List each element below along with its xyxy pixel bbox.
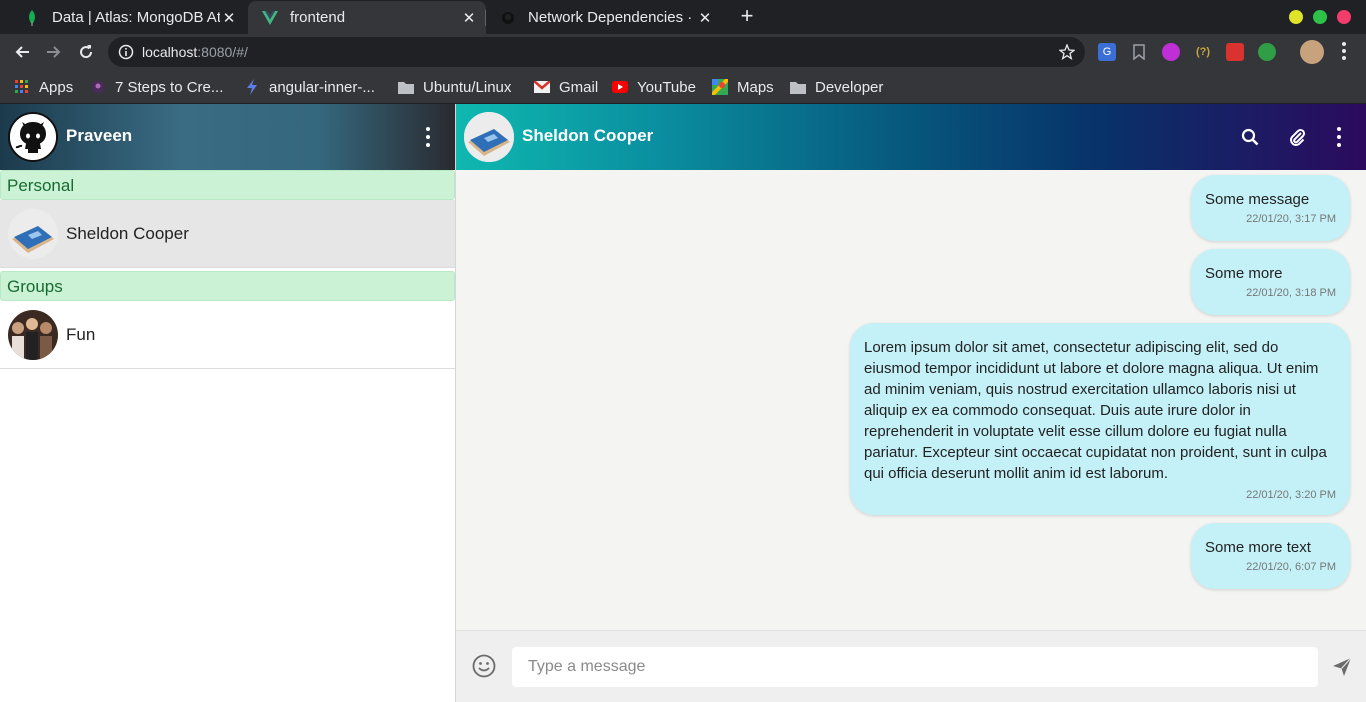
translate-extension-icon[interactable]: G xyxy=(1098,43,1116,61)
bookmark-label: Gmail xyxy=(559,78,599,96)
message-time: 22/01/20, 3:18 PM xyxy=(1246,287,1336,299)
bookmark-label: Apps xyxy=(39,78,74,96)
section-personal: Personal xyxy=(0,170,455,200)
group-avatar xyxy=(8,309,58,360)
sidebar-header: Praveen xyxy=(0,104,455,170)
new-tab-button[interactable]: + xyxy=(736,5,758,28)
gmail-icon xyxy=(534,79,550,95)
bookmarks-bar: Apps 7 Steps to Cre... angular-inner-...… xyxy=(0,70,1366,104)
browser-toolbar: localhost:8080/#/ G (?) xyxy=(0,34,1366,70)
tab-title: Data | Atlas: MongoDB Atlas xyxy=(52,9,220,26)
lightning-icon xyxy=(244,79,260,95)
bookmark-maps[interactable]: Maps xyxy=(712,77,774,97)
close-window-button[interactable] xyxy=(1337,10,1351,24)
bookmark-ubuntu-linux[interactable]: Ubuntu/Linux xyxy=(398,77,511,97)
search-icon[interactable] xyxy=(1239,126,1261,148)
emoji-icon[interactable] xyxy=(472,654,496,678)
contact-fun[interactable]: Fun xyxy=(0,301,455,369)
close-tab-icon[interactable]: ✕ xyxy=(460,9,478,27)
bookmark-label: 7 Steps to Cre... xyxy=(115,78,224,96)
bookmark-label: Maps xyxy=(737,78,774,96)
back-arrow-icon[interactable] xyxy=(12,42,32,62)
apps-grid-icon xyxy=(14,79,30,95)
leaf-icon xyxy=(24,9,40,26)
url-path: :8080/#/ xyxy=(197,44,248,60)
green-extension-icon[interactable] xyxy=(1258,43,1276,61)
youtube-icon xyxy=(612,79,628,95)
tab-title: frontend xyxy=(290,9,346,26)
info-icon[interactable] xyxy=(118,44,134,60)
message-bubble: Some more text 22/01/20, 6:07 PM xyxy=(1191,523,1350,589)
message-text: Some more text xyxy=(1205,539,1311,556)
chat-contact-avatar[interactable] xyxy=(464,112,514,162)
contact-name: Fun xyxy=(66,324,96,344)
bookmark-star-icon[interactable] xyxy=(1058,43,1076,60)
chat-app: Praveen Personal Sheldon Cooper Groups F… xyxy=(0,104,1366,702)
vue-icon xyxy=(262,10,278,26)
sidebar-menu-icon[interactable] xyxy=(425,127,431,147)
bookmark-label: Ubuntu/Linux xyxy=(423,78,512,96)
contact-name: Sheldon Cooper xyxy=(66,223,189,243)
paperclip-icon[interactable] xyxy=(1286,126,1308,148)
contact-sheldon-cooper[interactable]: Sheldon Cooper xyxy=(0,200,455,268)
browser-menu-icon[interactable] xyxy=(1341,42,1347,60)
bookmark-gmail[interactable]: Gmail xyxy=(534,77,598,97)
message-bubble: Some more 22/01/20, 3:18 PM xyxy=(1191,249,1350,315)
message-bubble: Some message 22/01/20, 3:17 PM xyxy=(1191,175,1350,241)
url-text: localhost:8080/#/ xyxy=(142,44,248,60)
user-avatar[interactable] xyxy=(8,112,58,162)
message-text: Some message xyxy=(1205,191,1310,208)
browser-tab-mongodb[interactable]: Data | Atlas: MongoDB Atlas ✕ xyxy=(10,1,246,34)
bookmark-label: Developer xyxy=(815,78,884,96)
red-extension-icon[interactable] xyxy=(1226,43,1244,61)
chat-panel: Sheldon Cooper Some message 22/01/20, 3:… xyxy=(456,104,1366,702)
bookmark-angular-inner[interactable]: angular-inner-... xyxy=(244,77,375,97)
send-icon[interactable] xyxy=(1332,657,1352,677)
maps-icon xyxy=(712,79,728,95)
forward-arrow-icon[interactable] xyxy=(44,42,64,62)
address-bar[interactable]: localhost:8080/#/ xyxy=(108,37,1085,67)
message-composer xyxy=(456,630,1366,702)
message-list: Some message 22/01/20, 3:17 PM Some more… xyxy=(456,170,1366,630)
minimize-window-button[interactable] xyxy=(1289,10,1303,24)
close-tab-icon[interactable]: ✕ xyxy=(696,9,714,27)
bookmark-youtube[interactable]: YouTube xyxy=(612,77,696,97)
bookmark-site-icon xyxy=(90,79,106,95)
tab-title: Network Dependencies · F xyxy=(528,9,696,26)
user-name: Praveen xyxy=(66,126,133,145)
message-time: 22/01/20, 3:17 PM xyxy=(1246,213,1336,225)
bookmark-label: YouTube xyxy=(637,78,696,96)
contact-avatar xyxy=(8,208,58,259)
folder-icon xyxy=(398,79,414,95)
url-host: localhost xyxy=(142,44,198,60)
message-time: 22/01/20, 6:07 PM xyxy=(1246,561,1336,573)
bookmark-7-steps[interactable]: 7 Steps to Cre... xyxy=(90,77,223,97)
message-text: Lorem ipsum dolor sit amet, consectetur … xyxy=(864,339,1327,482)
section-groups: Groups xyxy=(0,271,455,301)
close-tab-icon[interactable]: ✕ xyxy=(220,9,238,27)
message-time: 22/01/20, 3:20 PM xyxy=(1246,489,1336,501)
reload-icon[interactable] xyxy=(76,42,96,62)
message-bubble: Lorem ipsum dolor sit amet, consectetur … xyxy=(850,323,1350,515)
bookmark-label: angular-inner-... xyxy=(269,78,375,96)
chat-header: Sheldon Cooper xyxy=(456,104,1366,170)
github-octocat-icon xyxy=(10,114,56,160)
browser-tab-strip: Data | Atlas: MongoDB Atlas ✕ frontend ✕… xyxy=(0,0,1366,34)
message-text: Some more xyxy=(1205,265,1283,282)
folder-icon xyxy=(790,79,806,95)
question-extension-icon[interactable]: (?) xyxy=(1194,43,1212,61)
maximize-window-button[interactable] xyxy=(1313,10,1327,24)
bookmark-extension-icon[interactable] xyxy=(1130,43,1148,61)
browser-tab-network[interactable]: Network Dependencies · F ✕ xyxy=(485,1,722,34)
github-icon xyxy=(500,10,516,26)
circle-extension-icon[interactable] xyxy=(1162,43,1180,61)
chat-contact-name: Sheldon Cooper xyxy=(522,126,654,145)
bookmark-developer[interactable]: Developer xyxy=(790,77,883,97)
browser-tab-frontend[interactable]: frontend ✕ xyxy=(248,1,486,34)
sidebar: Praveen Personal Sheldon Cooper Groups F… xyxy=(0,104,456,702)
profile-avatar[interactable] xyxy=(1300,40,1324,64)
message-input[interactable] xyxy=(512,647,1318,687)
chat-menu-icon[interactable] xyxy=(1336,127,1342,147)
bookmark-apps[interactable]: Apps xyxy=(14,77,73,97)
